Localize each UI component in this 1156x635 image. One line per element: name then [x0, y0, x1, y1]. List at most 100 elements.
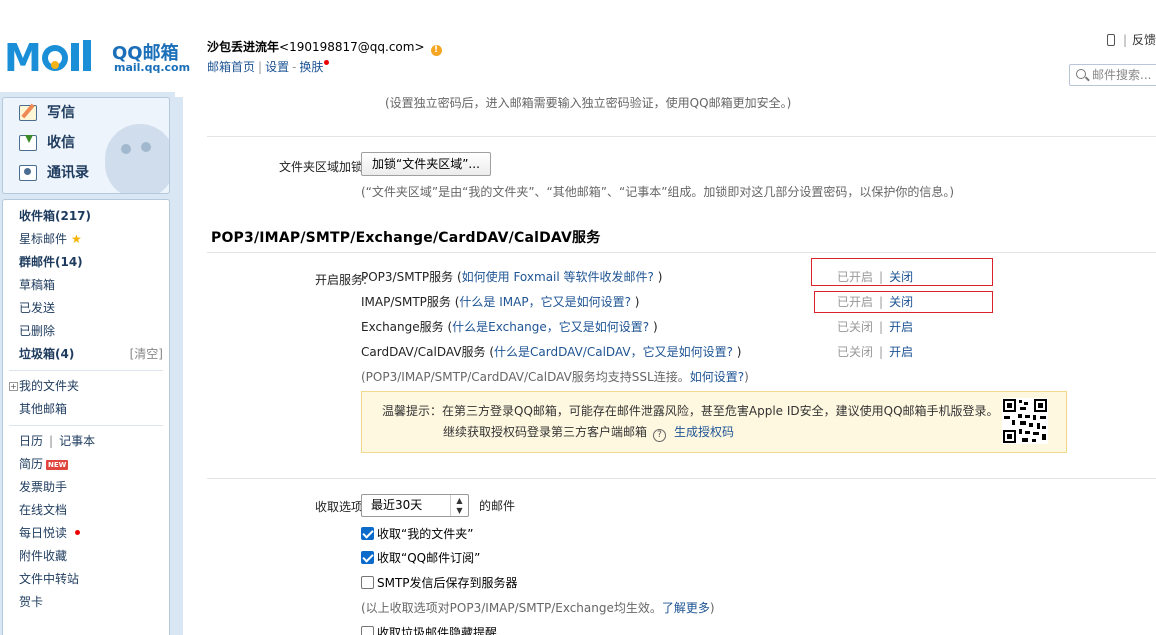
qq-mail-logo[interactable]: M QQ邮箱 mail.qq.com	[4, 38, 194, 78]
generate-auth-code-link[interactable]: 生成授权码	[674, 425, 734, 439]
sidebar-item-cards[interactable]: 贺卡	[3, 591, 169, 614]
separator: |	[49, 434, 54, 448]
link-skin[interactable]: 换肤	[299, 60, 323, 74]
service-row-imap: IMAP/SMTP服务 (什么是 IMAP，它又是如何设置? )	[361, 293, 639, 310]
section-title: POP3/IMAP/SMTP/Exchange/CardDAV/CalDAV服务	[211, 230, 601, 246]
checkbox-label: 收取垃圾邮件隐藏提醒	[377, 626, 498, 635]
separator: -	[292, 60, 297, 74]
sidebar-item-drafts[interactable]: 草稿箱	[3, 274, 169, 297]
sidebar-item-starred[interactable]: 星标邮件 ★	[3, 228, 169, 251]
checkbox-label: 收取“我的文件夹”	[377, 527, 474, 541]
service-row-exchange: Exchange服务 (什么是Exchange，它又是如何设置? )	[361, 318, 658, 335]
divider	[207, 478, 1156, 479]
expand-plus-icon[interactable]: +	[9, 382, 18, 391]
folder-lock-label: 文件夹区域加锁:	[278, 160, 367, 174]
contacts-label: 通讯录	[47, 165, 89, 181]
service-name: CardDAV/CalDAV服务	[361, 345, 486, 359]
sidebar-item-calendar-notebook: 日历 | 记事本	[3, 430, 169, 453]
separator: |	[879, 345, 884, 359]
service-name: POP3/SMTP服务	[361, 270, 454, 284]
checkbox-checked-icon[interactable]	[361, 551, 374, 564]
paren-close: )	[653, 270, 663, 284]
divider	[9, 425, 163, 426]
service-row-carddav: CardDAV/CalDAV服务 (什么是CardDAV/CalDAV，它又是如…	[361, 343, 741, 360]
checkbox-smtp-save[interactable]: SMTP发信后保存到服务器	[361, 574, 518, 591]
divider	[9, 370, 163, 371]
sidebar-item-online-docs[interactable]: 在线文档	[3, 499, 169, 522]
link-settings[interactable]: 设置	[265, 60, 289, 74]
compose-icon	[19, 105, 37, 121]
ssl-howto-link[interactable]: 如何设置?	[690, 370, 744, 384]
receive-note-prefix: (以上收取选项对POP3/IMAP/SMTP/Exchange均生效。	[361, 601, 662, 615]
separator: |	[879, 320, 884, 334]
compose-button[interactable]: 写信	[3, 98, 169, 128]
daily-red-dot-icon	[75, 530, 81, 535]
receive-note-suffix: )	[709, 601, 715, 615]
warning-tip-box: 温馨提示：在第三方登录QQ邮箱，可能存在邮件泄露风险，甚至危害Apple ID安…	[361, 391, 1067, 453]
sidebar-item-deleted[interactable]: 已删除	[3, 320, 169, 343]
receive-button[interactable]: 收信	[3, 128, 169, 158]
notebook-link[interactable]: 记事本	[59, 434, 95, 448]
sidebar-item-attachments[interactable]: 附件收藏	[3, 545, 169, 568]
service-name: Exchange服务	[361, 320, 444, 334]
folder-lock-button[interactable]: 加锁“文件夹区域”...	[361, 152, 491, 176]
service-toggle-link[interactable]: 开启	[889, 345, 913, 359]
sidebar-item-spam[interactable]: 垃圾箱(4) [清空]	[3, 343, 169, 366]
link-mail-home[interactable]: 邮箱首页	[207, 60, 255, 74]
service-state-exchange: 已关闭 | 开启	[837, 318, 913, 335]
folder-list: 收件箱(217) 星标邮件 ★ 群邮件(14) 草稿箱 已发送 已删除 垃圾箱(4…	[2, 199, 170, 635]
spam-clean-link[interactable]: [清空]	[130, 343, 163, 366]
resume-label: 简历	[19, 457, 44, 471]
tip-line-2-text: 继续获取授权码登录第三方客户端邮箱	[443, 425, 648, 439]
logo-sub: mail.qq.com	[114, 61, 191, 74]
svg-text:M: M	[4, 38, 42, 78]
search-input[interactable]: 邮件搜索...	[1069, 64, 1156, 86]
receive-label: 收信	[47, 135, 75, 151]
calendar-link[interactable]: 日历	[19, 434, 43, 448]
user-email: <190198817@qq.com>	[279, 40, 425, 54]
service-toggle-link[interactable]: 开启	[889, 320, 913, 334]
checkbox-spam-reminder[interactable]: 收取垃圾邮件隐藏提醒	[361, 624, 497, 635]
sidebar-item-resume[interactable]: 简历 NEW	[3, 453, 169, 476]
skin-red-dot-icon	[324, 60, 330, 65]
spam-label: 垃圾箱(4)	[19, 347, 75, 361]
service-help-link[interactable]: 什么是Exchange，它又是如何设置?	[452, 320, 649, 334]
checkbox-my-folders[interactable]: 收取“我的文件夹”	[361, 525, 473, 542]
phone-icon[interactable]	[1106, 34, 1115, 46]
paren-open: (	[485, 345, 495, 359]
learn-more-link[interactable]: 了解更多	[662, 601, 710, 615]
checkbox-unchecked-icon[interactable]	[361, 626, 374, 635]
feedback-link[interactable]: 反馈	[1132, 33, 1156, 47]
service-help-link[interactable]: 什么是 IMAP，它又是如何设置?	[459, 295, 631, 309]
sidebar-item-other-mail[interactable]: 其他邮箱	[3, 398, 169, 421]
sidebar-item-sent[interactable]: 已发送	[3, 297, 169, 320]
service-status: 已关闭	[837, 320, 874, 334]
highlight-box-imap	[814, 291, 993, 313]
sidebar-item-my-folders[interactable]: + 我的文件夹	[3, 375, 169, 398]
password-hint: (设置独立密码后，进入邮箱需要输入独立密码验证，使用QQ邮箱更加安全。)	[385, 97, 792, 110]
checkbox-qq-subscription[interactable]: 收取“QQ邮件订阅”	[361, 549, 480, 566]
service-help-link[interactable]: 什么是CardDAV/CalDAV，它又是如何设置?	[494, 345, 733, 359]
paren-open: (	[453, 270, 462, 284]
receive-days-value: 最近30天	[371, 498, 423, 512]
daily-label: 每日悦读	[19, 526, 68, 540]
compose-label: 写信	[47, 105, 75, 121]
service-help-link[interactable]: 如何使用 Foxmail 等软件收发邮件?	[462, 270, 654, 284]
sidebar-item-inbox[interactable]: 收件箱(217)	[3, 205, 169, 228]
service-name: IMAP/SMTP服务	[361, 295, 451, 309]
star-icon: ★	[71, 232, 82, 246]
service-state-carddav: 已关闭 | 开启	[837, 343, 913, 360]
receive-days-select[interactable]: 最近30天 ▲ ▼	[361, 494, 469, 517]
sidebar-item-send-helper[interactable]: 发票助手	[3, 476, 169, 499]
help-question-icon[interactable]: ?	[653, 429, 667, 442]
highlight-box-pop3	[811, 258, 993, 286]
contacts-button[interactable]: 通讯录	[3, 158, 169, 188]
receive-icon	[19, 135, 37, 151]
sidebar-item-file-transfer[interactable]: 文件中转站	[3, 568, 169, 591]
sidebar-item-group[interactable]: 群邮件(14)	[3, 251, 169, 274]
checkbox-unchecked-icon[interactable]	[361, 576, 374, 589]
checkbox-checked-icon[interactable]	[361, 527, 374, 540]
warning-icon[interactable]: !	[430, 45, 442, 56]
sidebar-item-daily[interactable]: 每日悦读	[3, 522, 169, 545]
folder-lock-note: (“文件夹区域”是由“我的文件夹”、“其他邮箱”、“记事本”组成。加锁即对这几部…	[361, 185, 955, 199]
